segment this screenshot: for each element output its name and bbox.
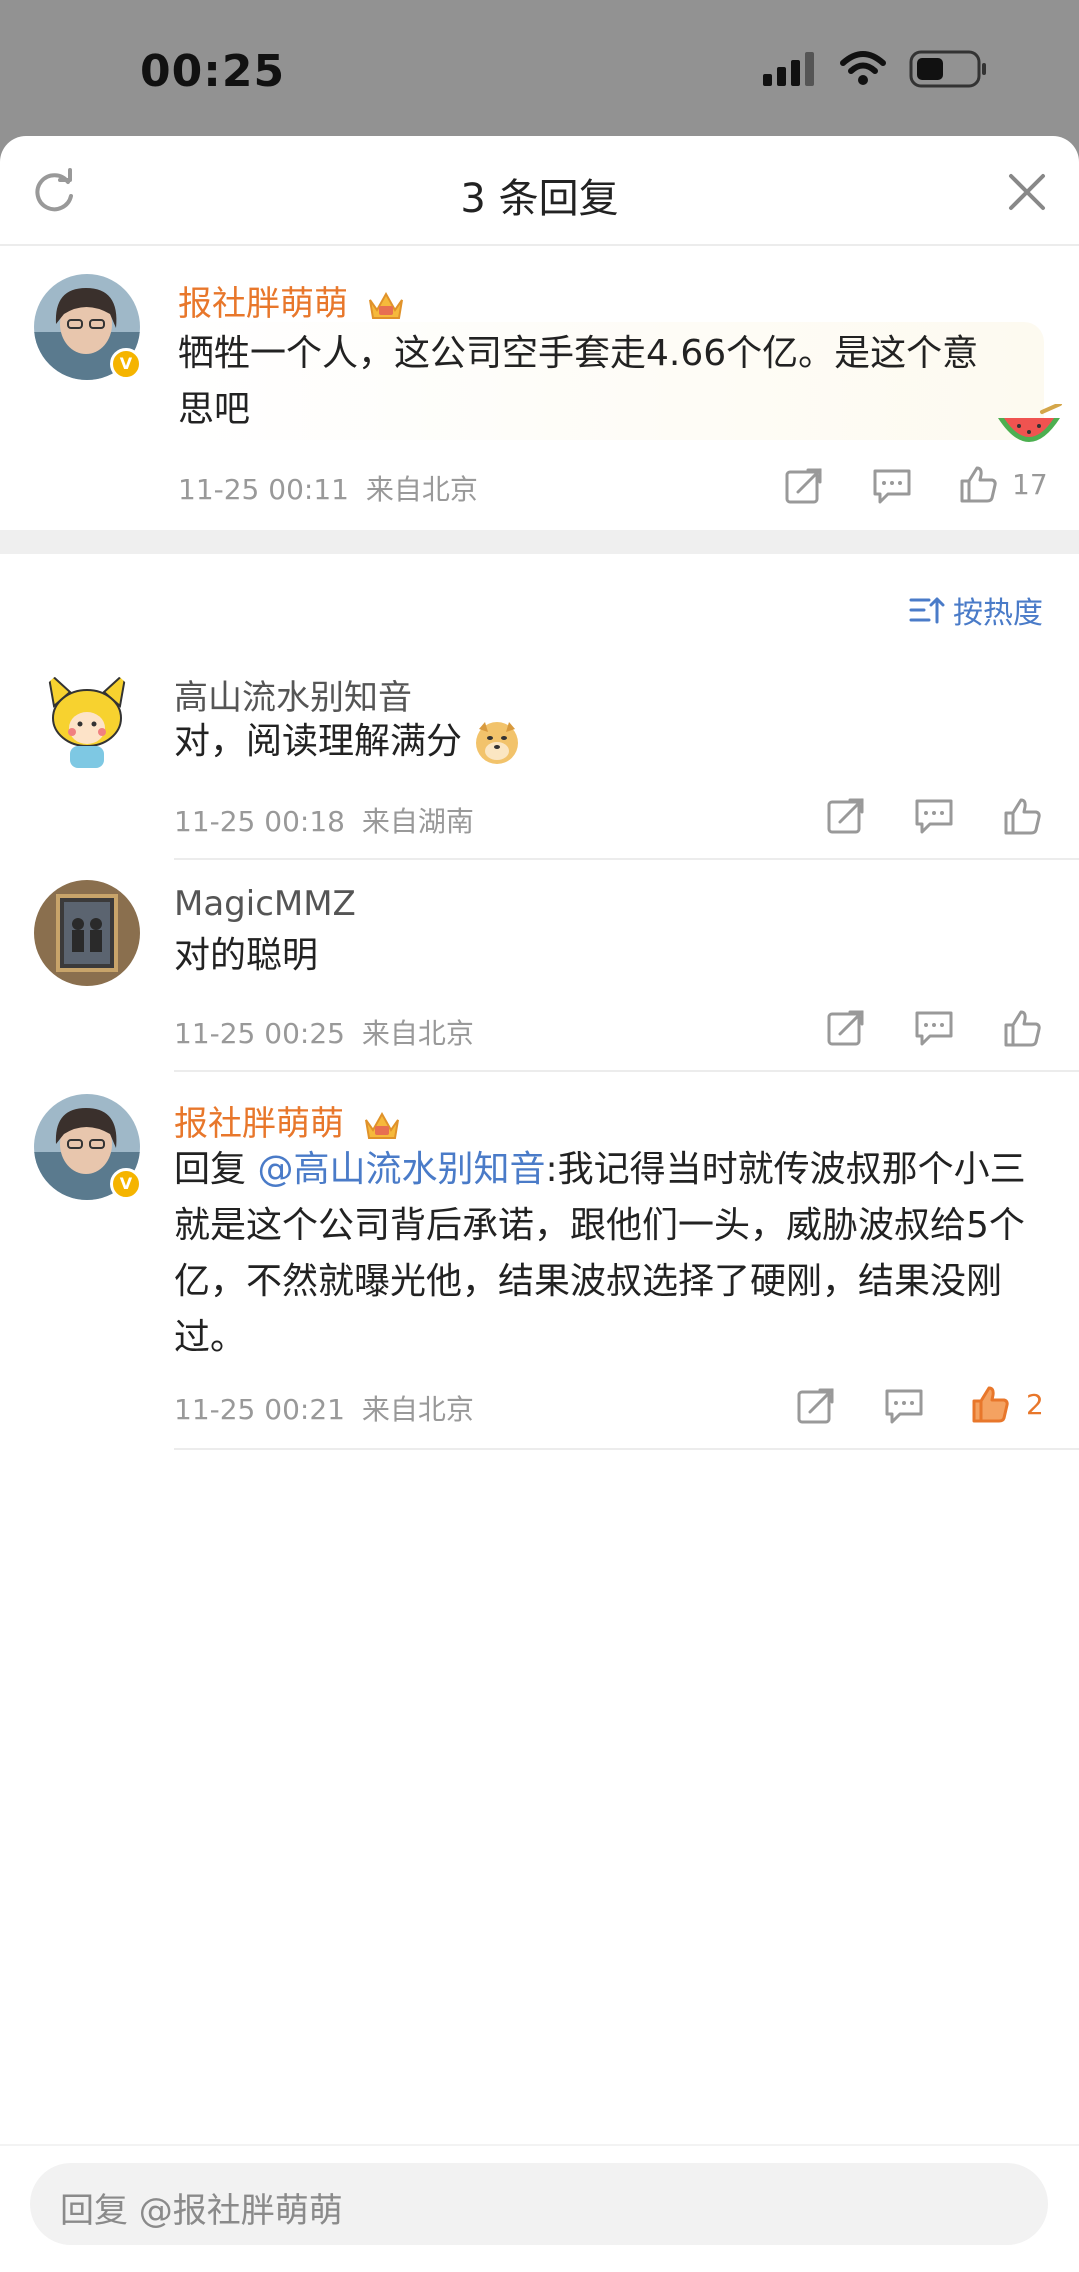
reply-text: 回复 @高山流水别知音:我记得当时就传波叔那个小三就是这个公司背后承诺，跟他们一… [174, 1142, 1044, 1366]
like-icon[interactable] [1002, 796, 1042, 836]
reply-username[interactable]: 报社胖萌萌 [174, 1096, 401, 1145]
battery-icon [909, 50, 986, 88]
avatar-image [34, 880, 140, 986]
reply-username[interactable]: MagicMMZ [174, 884, 356, 924]
sheet-header: 3 条回复 [0, 136, 1079, 246]
wifi-icon [840, 51, 886, 85]
verified-badge-icon: V [110, 1168, 142, 1200]
reply-time: 11-25 00:21 [174, 1393, 345, 1426]
comment-icon[interactable] [914, 1008, 954, 1048]
sort-label: 按热度 [953, 596, 1043, 631]
comment-icon[interactable] [914, 796, 954, 836]
reply-username[interactable]: 高山流水别知音 [174, 670, 412, 719]
comment-time: 11-25 00:11 [178, 473, 349, 506]
divider [174, 1448, 1079, 1450]
signal-icon [763, 52, 814, 86]
crown-icon [364, 1111, 399, 1139]
avatar-image [34, 666, 140, 772]
avatar[interactable] [34, 880, 140, 986]
share-icon[interactable] [826, 1008, 866, 1048]
like-count: 2 [1026, 1388, 1044, 1421]
close-icon[interactable] [1005, 170, 1049, 214]
status-time: 00:25 [140, 46, 286, 97]
reply-placeholder: 回复 @报社胖萌萌 [60, 2191, 343, 2231]
comment-text: 牺牲一个人，这公司空手套走4.66个亿。是这个意思吧 [178, 333, 979, 430]
username-text[interactable]: 报社胖萌萌 [178, 284, 348, 324]
share-icon[interactable] [826, 796, 866, 836]
like-icon-active[interactable] [970, 1384, 1010, 1424]
reply-text: 对，阅读理解满分 [174, 714, 521, 770]
reply-text: 对的聪明 [174, 935, 319, 976]
sort-icon [909, 597, 945, 624]
reply-meta: 11-25 00:25 来自北京 [174, 1012, 474, 1052]
reply-prefix: 回复 [174, 1149, 247, 1190]
replies-sheet: 3 条回复 V 报社胖萌萌 牺牲一个人，这公司空手套走4.66个亿。是这个意思吧… [0, 136, 1079, 2272]
section-separator [0, 530, 1079, 554]
comment-location: 来自北京 [365, 473, 478, 506]
status-icons [763, 50, 989, 88]
like-icon[interactable] [958, 464, 998, 504]
divider [174, 858, 1079, 860]
comment-username[interactable]: 报社胖萌萌 [178, 276, 405, 325]
sheet-title: 3 条回复 [460, 176, 619, 222]
bottom-separator [0, 2144, 1079, 2146]
verified-badge-icon: V [110, 348, 142, 380]
status-bar: 00:25 [0, 0, 1079, 140]
doge-emoji-icon [476, 722, 519, 764]
like-icon[interactable] [1002, 1008, 1042, 1048]
comment-icon[interactable] [884, 1386, 924, 1426]
watermelon-icon [998, 404, 1062, 442]
reply-input[interactable]: 回复 @报社胖萌萌 [30, 2163, 1048, 2245]
reply-location: 来自湖南 [361, 805, 474, 838]
divider [174, 1070, 1079, 1072]
sort-button[interactable]: 按热度 [909, 588, 1043, 632]
avatar[interactable] [34, 666, 140, 772]
share-icon[interactable] [796, 1386, 836, 1426]
mention-link[interactable]: @高山流水别知音 [257, 1149, 545, 1190]
reply-location: 来自北京 [361, 1393, 474, 1426]
comment-meta: 11-25 00:11 来自北京 [178, 468, 478, 508]
reply-text-body: 对，阅读理解满分 [174, 721, 463, 762]
reply-meta: 11-25 00:21 来自北京 [174, 1388, 474, 1428]
like-count: 17 [1012, 468, 1048, 501]
username-text[interactable]: 报社胖萌萌 [174, 1104, 344, 1144]
crown-icon [368, 291, 403, 319]
comment-icon[interactable] [872, 466, 912, 506]
reply-time: 11-25 00:18 [174, 805, 345, 838]
reply-location: 来自北京 [361, 1017, 474, 1050]
reply-time: 11-25 00:25 [174, 1017, 345, 1050]
share-icon[interactable] [784, 466, 824, 506]
reply-meta: 11-25 00:18 来自湖南 [174, 800, 474, 840]
